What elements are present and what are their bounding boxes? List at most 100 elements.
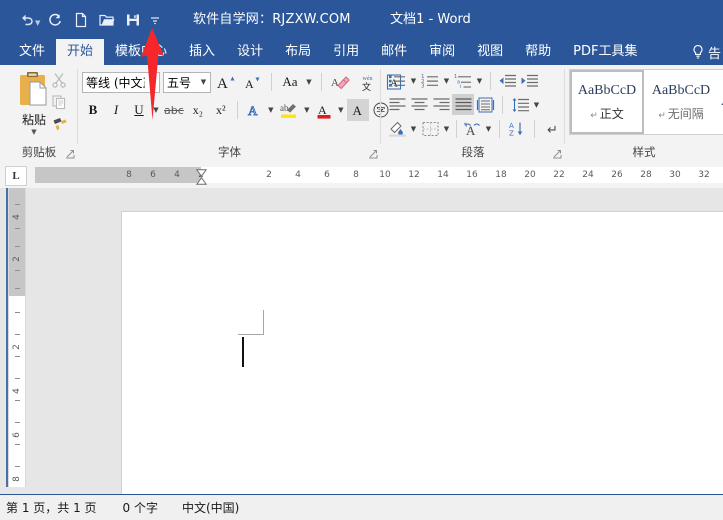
customize-quick-access-toolbar-icon[interactable] bbox=[146, 5, 164, 35]
align-center-button[interactable] bbox=[408, 94, 430, 115]
tab-pdf-tools[interactable]: PDF工具集 bbox=[562, 39, 648, 65]
status-word-count[interactable]: 0 个字 bbox=[123, 499, 158, 516]
first-line-indent-marker[interactable] bbox=[195, 166, 208, 178]
tab-template-center[interactable]: 模板中心 bbox=[104, 39, 178, 65]
document-page[interactable] bbox=[121, 211, 723, 494]
tab-file[interactable]: 文件 bbox=[8, 39, 56, 65]
open-folder-icon[interactable] bbox=[94, 5, 120, 35]
new-document-icon[interactable] bbox=[68, 5, 94, 35]
font-size-combo[interactable]: 五号 ▼ bbox=[163, 71, 211, 93]
shading-button[interactable] bbox=[386, 118, 408, 139]
sort-button[interactable]: AZ bbox=[505, 118, 527, 139]
svg-text:i: i bbox=[460, 84, 461, 89]
svg-text:文: 文 bbox=[362, 81, 371, 92]
numbering-dropdown-icon[interactable]: ▼ bbox=[441, 70, 452, 91]
svg-text:A: A bbox=[248, 103, 258, 118]
font-name-combo[interactable]: 等线 (中文正文 ▼ bbox=[82, 71, 160, 93]
font-color-dropdown-icon[interactable]: ▼ bbox=[336, 99, 346, 121]
tab-home[interactable]: 开始 bbox=[56, 39, 105, 65]
status-language[interactable]: 中文(中国) bbox=[182, 499, 239, 516]
chevron-down-icon[interactable]: ▼ bbox=[196, 73, 210, 92]
shading-dropdown-icon[interactable]: ▼ bbox=[408, 118, 419, 139]
undo-dropdown-icon[interactable]: ▼ bbox=[35, 13, 40, 27]
ribbon-group-paragraph: ▼ 123 ▼ 1ai ▼ ▼ ▼ ▼ A ↰ ▼ A Z ↵ 段落 bbox=[381, 65, 565, 162]
text-effects-button[interactable]: A bbox=[243, 99, 265, 121]
increase-indent-button[interactable] bbox=[518, 70, 540, 91]
asian-layout-dropdown-icon[interactable]: ▼ bbox=[483, 118, 494, 139]
chevron-down-icon[interactable]: ▼ bbox=[145, 73, 159, 92]
distributed-align-button[interactable] bbox=[474, 94, 496, 115]
document-area[interactable] bbox=[0, 188, 723, 494]
ruler-tick-12: 12 bbox=[408, 170, 420, 180]
subscript-button[interactable]: x₂ bbox=[187, 99, 209, 121]
change-case-button[interactable]: Aa bbox=[279, 71, 301, 93]
numbering-button[interactable]: 123 bbox=[419, 70, 441, 91]
hanging-indent-marker[interactable] bbox=[195, 174, 208, 185]
vruler-tick-8: 8 bbox=[12, 476, 22, 482]
bold-label: B bbox=[88, 102, 98, 117]
grow-font-button[interactable]: A bbox=[214, 71, 238, 93]
borders-dropdown-icon[interactable]: ▼ bbox=[441, 118, 452, 139]
text-highlight-button[interactable]: ab bbox=[277, 99, 301, 121]
borders-button[interactable] bbox=[419, 118, 441, 139]
tab-design[interactable]: 设计 bbox=[226, 39, 274, 65]
decrease-indent-button[interactable] bbox=[496, 70, 518, 91]
tab-stop-selector[interactable]: L bbox=[5, 166, 27, 186]
paste-dropdown-icon[interactable]: ▼ bbox=[31, 129, 36, 136]
shrink-font-button[interactable]: A bbox=[241, 71, 264, 93]
line-spacing-dropdown-icon[interactable]: ▼ bbox=[531, 94, 542, 115]
tell-me-box[interactable]: 告 bbox=[691, 39, 723, 65]
asian-layout-button[interactable]: A ↰ bbox=[461, 118, 483, 139]
tab-mailings[interactable]: 邮件 bbox=[370, 39, 418, 65]
show-formatting-marks-button[interactable]: ↵ bbox=[542, 118, 564, 139]
multilevel-list-dropdown-icon[interactable]: ▼ bbox=[474, 70, 485, 91]
copy-button[interactable] bbox=[46, 91, 72, 113]
tab-help[interactable]: 帮助 bbox=[514, 39, 562, 65]
save-icon[interactable] bbox=[120, 5, 146, 35]
align-left-button[interactable] bbox=[386, 94, 408, 115]
redo-icon[interactable] bbox=[42, 5, 68, 35]
underline-dropdown-icon[interactable]: ▼ bbox=[151, 99, 161, 121]
bullets-button[interactable] bbox=[386, 70, 408, 91]
multilevel-list-button[interactable]: 1ai bbox=[452, 70, 474, 91]
svg-text:3: 3 bbox=[421, 83, 425, 88]
bold-button[interactable]: B bbox=[82, 99, 104, 121]
tab-review[interactable]: 审阅 bbox=[418, 39, 466, 65]
bullets-dropdown-icon[interactable]: ▼ bbox=[408, 70, 419, 91]
style-item-partial[interactable]: A bbox=[718, 70, 723, 134]
font-dialog-launcher[interactable] bbox=[368, 149, 378, 159]
line-spacing-button[interactable] bbox=[509, 94, 531, 115]
format-painter-button[interactable] bbox=[46, 113, 72, 135]
clipboard-dialog-launcher[interactable] bbox=[65, 149, 75, 159]
paragraph-dialog-launcher[interactable] bbox=[552, 149, 562, 159]
phonetic-guide-button[interactable]: wén 文 bbox=[356, 71, 380, 93]
style-item-normal[interactable]: AaBbCcD ↵ 正文 bbox=[570, 70, 644, 134]
tab-view[interactable]: 视图 bbox=[466, 39, 514, 65]
align-right-button[interactable] bbox=[430, 94, 452, 115]
status-page-count[interactable]: 第 1 页，共 1 页 bbox=[6, 499, 97, 516]
change-case-dropdown-icon[interactable]: ▼ bbox=[304, 71, 314, 93]
tab-references[interactable]: 引用 bbox=[322, 39, 370, 65]
tab-insert[interactable]: 插入 bbox=[178, 39, 226, 65]
strikethrough-button[interactable]: abc bbox=[162, 99, 186, 121]
ruler-tick-8: 8 bbox=[353, 170, 359, 180]
character-shading-button[interactable]: A bbox=[346, 99, 369, 121]
clear-formatting-button[interactable]: A bbox=[329, 71, 353, 93]
superscript-button[interactable]: x² bbox=[210, 99, 232, 121]
style-item-no-spacing[interactable]: AaBbCcD ↵ 无间隔 bbox=[644, 70, 718, 134]
highlight-dropdown-icon[interactable]: ▼ bbox=[302, 99, 312, 121]
italic-button[interactable]: I bbox=[105, 99, 127, 121]
font-color-button[interactable]: A bbox=[313, 99, 335, 121]
text-effects-dropdown-icon[interactable]: ▼ bbox=[266, 99, 276, 121]
cut-button[interactable] bbox=[46, 69, 72, 91]
text-cursor bbox=[242, 337, 244, 367]
svg-text:A: A bbox=[352, 103, 362, 118]
font-name-value: 等线 (中文正文 bbox=[86, 75, 145, 90]
justify-button[interactable] bbox=[452, 94, 474, 115]
ruler-tick-26: 26 bbox=[611, 170, 623, 180]
underline-button[interactable]: U bbox=[128, 99, 150, 121]
horizontal-ruler[interactable]: 8 6 4 2 2 4 6 8 10 12 14 16 18 20 22 24 … bbox=[35, 166, 723, 185]
paragraph-row-2: ▼ bbox=[386, 94, 542, 115]
tab-layout[interactable]: 布局 bbox=[274, 39, 322, 65]
vertical-ruler[interactable]: 4 2 2 4 6 8 bbox=[8, 188, 26, 493]
